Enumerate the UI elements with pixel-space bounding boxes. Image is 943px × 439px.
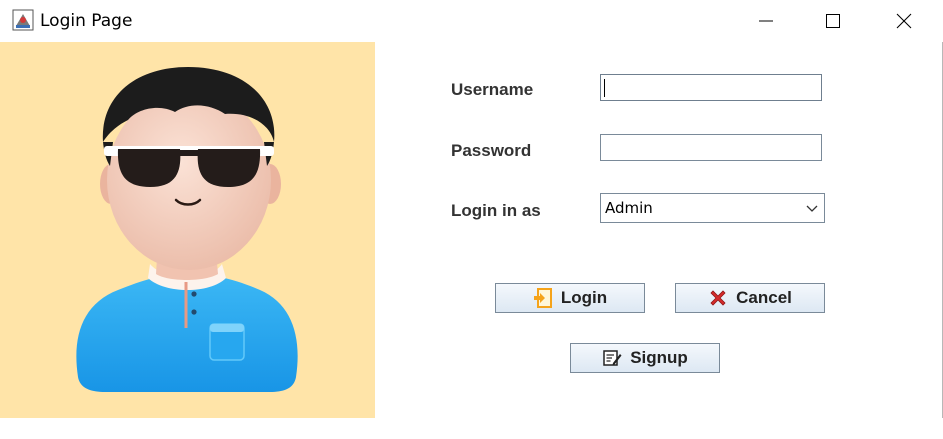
avatar-panel xyxy=(0,42,375,418)
window-title: Login Page xyxy=(40,11,133,31)
signup-button[interactable]: Signup xyxy=(570,343,720,373)
login-button[interactable]: Login xyxy=(495,283,645,313)
cancel-button[interactable]: Cancel xyxy=(675,283,825,313)
signup-button-label: Signup xyxy=(630,348,688,367)
password-field[interactable] xyxy=(600,134,822,161)
java-app-icon xyxy=(12,9,34,31)
login-as-label: Login in as xyxy=(451,201,541,220)
text-caret xyxy=(604,79,605,97)
chevron-down-icon xyxy=(806,205,818,212)
password-label: Password xyxy=(451,141,532,160)
cancel-button-label: Cancel xyxy=(736,288,792,307)
login-arrow-icon xyxy=(533,288,552,308)
minimize-icon xyxy=(759,20,773,22)
close-icon xyxy=(896,13,912,29)
username-label: Username xyxy=(451,80,534,99)
minimize-button[interactable] xyxy=(731,0,801,42)
window-bottom-edge xyxy=(0,418,943,439)
user-avatar-icon xyxy=(76,67,298,392)
login-button-label: Login xyxy=(560,288,608,307)
red-x-icon xyxy=(710,290,726,306)
login-as-selected-value: Admin xyxy=(605,199,653,217)
login-window: Login Page Username Password Login in as… xyxy=(0,0,943,439)
maximize-icon xyxy=(826,14,840,28)
edit-form-icon xyxy=(603,350,622,366)
login-as-dropdown[interactable]: Admin xyxy=(600,193,825,223)
maximize-button[interactable] xyxy=(798,0,868,42)
username-field[interactable] xyxy=(600,74,822,101)
close-button[interactable] xyxy=(869,0,939,42)
title-bar[interactable]: Login Page xyxy=(0,0,943,42)
